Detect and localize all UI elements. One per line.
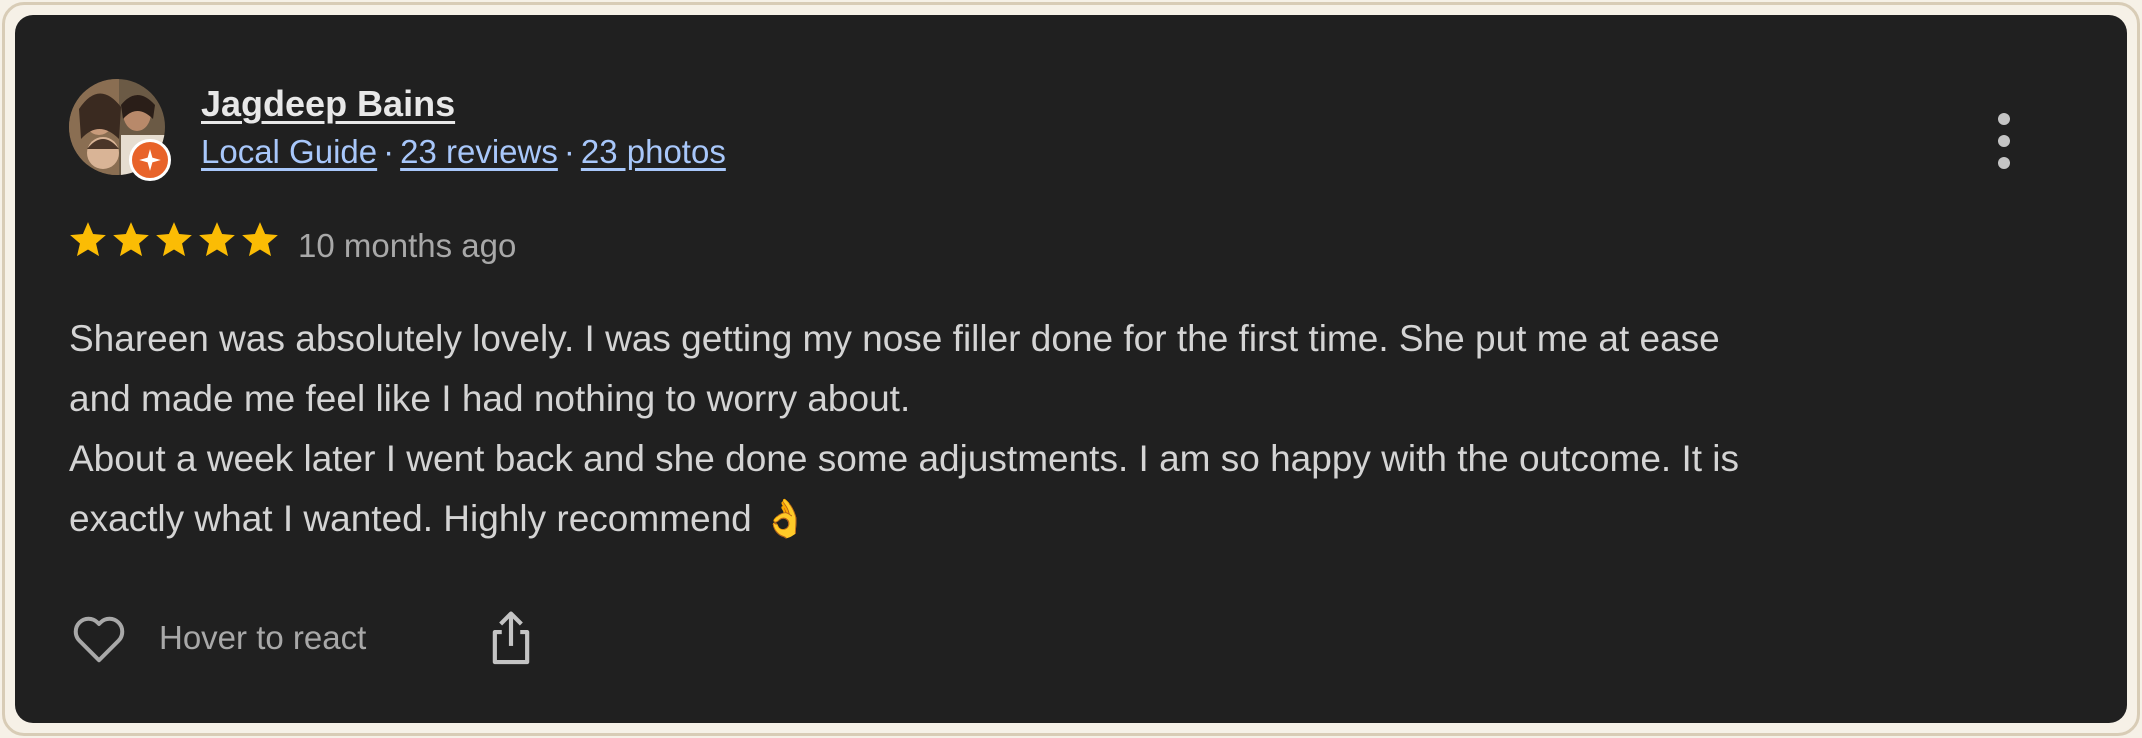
reviewer-name-link[interactable]: Jagdeep Bains — [201, 83, 455, 125]
meta-separator: · — [383, 133, 395, 170]
reviewer-avatar[interactable] — [69, 79, 171, 181]
heart-outline-icon[interactable] — [69, 609, 129, 669]
review-text-line: and made me feel like I had nothing to w… — [69, 378, 911, 419]
review-text: Shareen was absolutely lovely. I was get… — [69, 309, 2059, 549]
react-label[interactable]: Hover to react — [159, 619, 366, 657]
local-guide-badge-icon — [129, 139, 171, 181]
reviews-count-link[interactable]: 23 reviews — [400, 133, 558, 170]
reviewer-meta: Local Guide · 23 reviews · 23 photos — [201, 133, 726, 171]
more-vertical-icon — [1998, 113, 2010, 125]
meta-separator: · — [563, 133, 575, 170]
star-icon — [242, 222, 278, 257]
more-dot — [1998, 157, 2010, 169]
star-rating — [67, 219, 281, 261]
more-dot — [1998, 135, 2010, 147]
review-text-line: About a week later I went back and she d… — [69, 438, 1740, 479]
review-card: Jagdeep Bains Local Guide · 23 reviews · 23 … — [15, 15, 2127, 723]
more-options-button[interactable] — [1993, 113, 2015, 169]
star-icon — [70, 222, 106, 257]
review-text-line: exactly what I wanted. Highly recommend … — [69, 498, 809, 539]
star-icon — [156, 222, 192, 257]
photos-count-link[interactable]: 23 photos — [581, 133, 726, 170]
review-text-line: Shareen was absolutely lovely. I was get… — [69, 318, 1720, 359]
review-time: 10 months ago — [298, 227, 517, 264]
star-icon — [199, 222, 235, 257]
local-guide-link[interactable]: Local Guide — [201, 133, 377, 170]
share-icon[interactable] — [483, 609, 539, 669]
star-icon — [113, 222, 149, 257]
